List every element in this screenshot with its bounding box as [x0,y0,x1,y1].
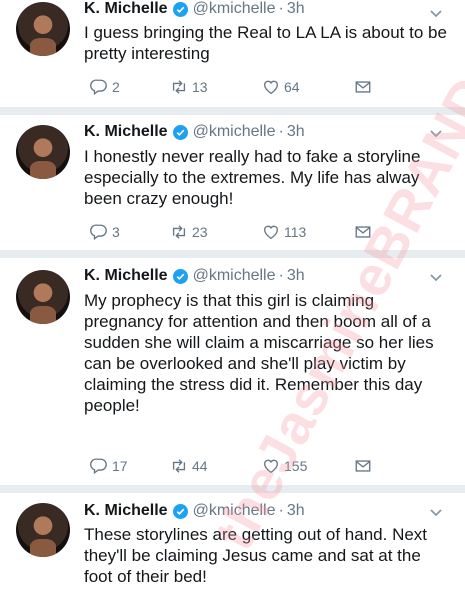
like-count: 155 [284,458,308,474]
like-count: 64 [284,79,300,95]
tweet-actions: 2 13 64 [90,78,390,98]
verified-badge-icon [172,1,188,17]
reply-button[interactable]: 3 [90,223,120,241]
retweet-icon [172,80,186,94]
handle[interactable]: @kmichelle [193,0,276,18]
tweet-header: K. Michelle @kmichelle · 3h [84,0,305,20]
reply-count: 3 [112,224,120,240]
tweet-text: I honestly never really had to fake a st… [84,147,421,208]
chevron-down-icon[interactable] [429,270,443,284]
tweet-text: These storylines are getting out of hand… [84,525,428,586]
reply-count: 17 [112,458,128,474]
tweet-actions: 17 44 155 [90,457,390,477]
retweet-icon [172,459,186,473]
tweet-1[interactable]: K. Michelle @kmichelle · 3h I guess brin… [0,0,465,107]
display-name[interactable]: K. Michelle [84,267,168,285]
handle[interactable]: @kmichelle [193,502,276,520]
timestamp[interactable]: 3h [287,123,305,141]
separator-dot: · [278,267,284,284]
reply-count: 2 [112,79,120,95]
verified-badge-icon [172,124,188,140]
direct-message-button[interactable] [354,223,376,241]
retweet-button[interactable]: 44 [170,457,208,475]
avatar[interactable] [16,2,70,56]
message-icon [355,226,371,238]
tweet-text: My prophecy is that this girl is claimin… [84,291,434,415]
separator-dot: · [278,0,284,17]
verified-badge-icon [172,268,188,284]
reply-button[interactable]: 2 [90,78,120,96]
handle[interactable]: @kmichelle [193,123,276,141]
message-icon [355,460,371,472]
like-icon [264,225,278,240]
reply-icon [90,224,107,241]
tweet-separator [0,485,465,493]
tweet-text: I guess bringing the Real to LA LA is ab… [84,23,447,63]
retweet-count: 23 [192,224,208,240]
retweet-count: 13 [192,79,208,95]
handle[interactable]: @kmichelle [193,267,276,285]
verified-badge-icon [172,503,188,519]
avatar[interactable] [16,270,70,324]
avatar[interactable] [16,503,70,557]
chevron-down-icon[interactable] [429,126,443,140]
tweet-3[interactable]: K. Michelle @kmichelle · 3h My prophecy … [0,258,465,485]
like-button[interactable]: 113 [262,223,306,241]
display-name[interactable]: K. Michelle [84,123,168,141]
display-name[interactable]: K. Michelle [84,0,168,18]
reply-icon [90,79,107,96]
tweet-2[interactable]: K. Michelle @kmichelle · 3h I honestly n… [0,115,465,250]
tweet-actions: 3 23 113 [90,223,390,243]
tweet-header: K. Michelle @kmichelle · 3h [84,121,305,143]
timestamp[interactable]: 3h [287,0,305,18]
retweet-button[interactable]: 13 [170,78,208,96]
reply-button[interactable]: 17 [90,457,128,475]
direct-message-button[interactable] [354,457,376,475]
tweet-4[interactable]: K. Michelle @kmichelle · 3h These storyl… [0,493,465,594]
timestamp[interactable]: 3h [287,502,305,520]
like-button[interactable]: 155 [262,457,307,475]
tweet-header: K. Michelle @kmichelle · 3h [84,500,305,522]
display-name[interactable]: K. Michelle [84,502,168,520]
like-icon [264,80,278,95]
chevron-down-icon[interactable] [429,505,443,519]
separator-dot: · [278,502,284,519]
avatar[interactable] [16,125,70,179]
retweet-icon [172,225,186,239]
tweet-separator [0,250,465,258]
like-count: 113 [284,224,307,240]
tweet-header: K. Michelle @kmichelle · 3h [84,265,305,287]
retweet-button[interactable]: 23 [170,223,208,241]
timestamp[interactable]: 3h [287,267,305,285]
reply-icon [90,458,107,475]
chevron-down-icon[interactable] [429,6,443,20]
tweet-separator [0,107,465,115]
like-icon [264,459,278,474]
message-icon [355,81,371,93]
like-button[interactable]: 64 [262,78,300,96]
direct-message-button[interactable] [354,78,376,96]
retweet-count: 44 [192,458,208,474]
separator-dot: · [278,123,284,140]
